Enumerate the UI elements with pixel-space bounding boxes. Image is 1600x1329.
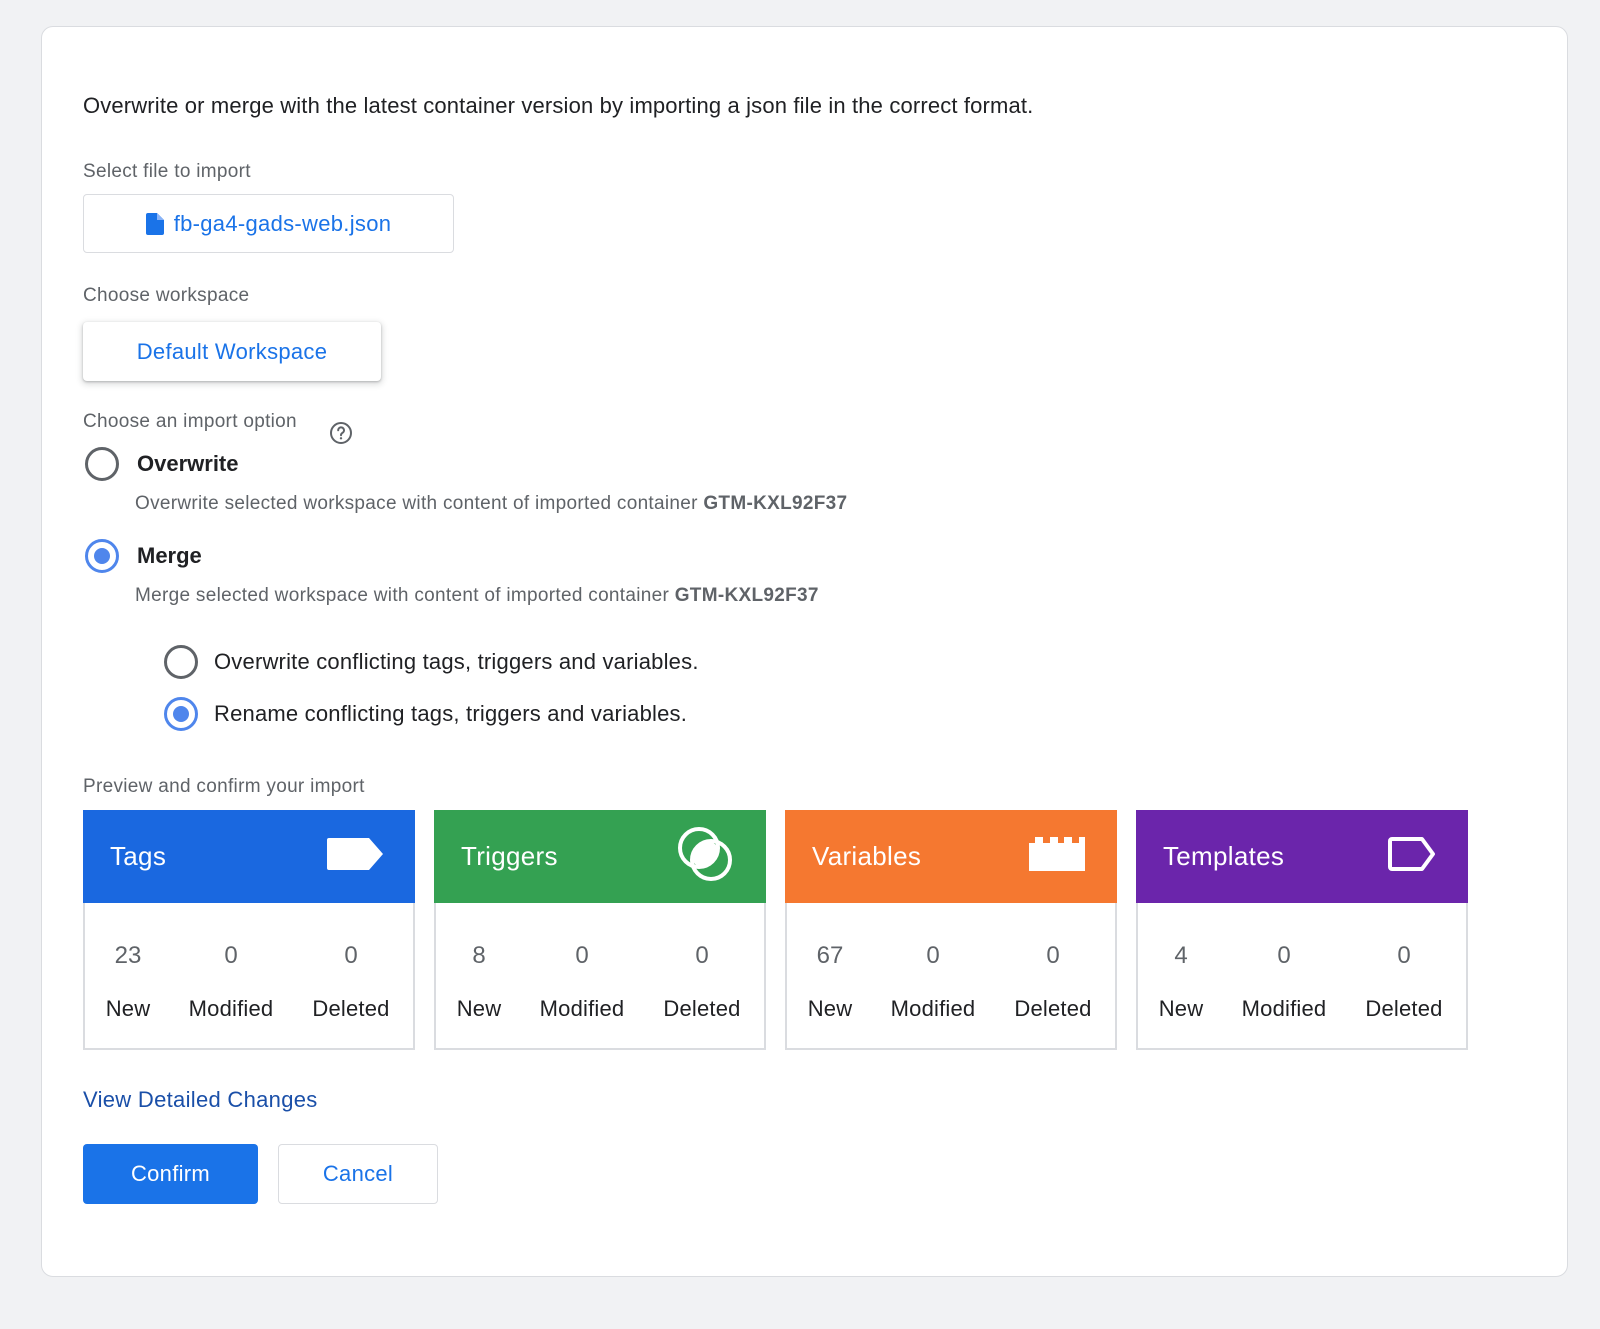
overwrite-option[interactable]: Overwrite — [85, 447, 239, 481]
variables-deleted-label: Deleted — [1003, 996, 1103, 1022]
variables-new-stat: 67 New — [807, 812, 853, 1022]
overwrite-description: Overwrite selected workspace with conten… — [135, 493, 847, 515]
help-icon[interactable] — [329, 421, 353, 445]
merge-overwrite-conflicts-radio[interactable] — [164, 645, 198, 679]
import-container-dialog: Overwrite or merge with the latest conta… — [41, 26, 1568, 1277]
preview-label: Preview and confirm your import — [83, 776, 365, 798]
select-file-button[interactable]: fb-ga4-gads-web.json — [83, 194, 454, 253]
tags-modified-label: Modified — [181, 996, 281, 1022]
overwrite-description-text: Overwrite selected workspace with conten… — [135, 493, 703, 514]
merge-overwrite-conflicts-option[interactable]: Overwrite conflicting tags, triggers and… — [164, 645, 699, 679]
templates-new-stat: 4 New — [1158, 812, 1204, 1022]
triggers-deleted-stat: 0 Deleted — [652, 812, 752, 1022]
triggers-new-count: 8 — [456, 942, 502, 970]
variables-deleted-stat: 0 Deleted — [1003, 812, 1103, 1022]
triggers-deleted-count: 0 — [652, 942, 752, 970]
templates-modified-stat: 0 Modified — [1234, 812, 1334, 1022]
templates-modified-count: 0 — [1234, 942, 1334, 970]
triggers-summary-card: Triggers 8 New 0 Modified — [434, 810, 766, 1050]
overwrite-container-id: GTM-KXL92F37 — [703, 493, 847, 514]
overwrite-radio[interactable] — [85, 447, 119, 481]
merge-overwrite-conflicts-label: Overwrite conflicting tags, triggers and… — [214, 649, 699, 675]
tags-deleted-stat: 0 Deleted — [301, 812, 401, 1022]
triggers-new-stat: 8 New — [456, 812, 502, 1022]
merge-option[interactable]: Merge — [85, 539, 202, 573]
variables-modified-count: 0 — [883, 942, 983, 970]
templates-deleted-stat: 0 Deleted — [1354, 812, 1454, 1022]
merge-container-id: GTM-KXL92F37 — [675, 585, 819, 606]
merge-rename-conflicts-label: Rename conflicting tags, triggers and va… — [214, 701, 687, 727]
templates-deleted-label: Deleted — [1354, 996, 1454, 1022]
file-name: fb-ga4-gads-web.json — [174, 211, 392, 237]
triggers-modified-label: Modified — [532, 996, 632, 1022]
overwrite-label: Overwrite — [137, 451, 239, 477]
variables-deleted-count: 0 — [1003, 942, 1103, 970]
file-icon — [146, 213, 164, 235]
tags-deleted-count: 0 — [301, 942, 401, 970]
merge-radio[interactable] — [85, 539, 119, 573]
templates-deleted-count: 0 — [1354, 942, 1454, 970]
workspace-section-label: Choose workspace — [83, 285, 249, 307]
merge-description-text: Merge selected workspace with content of… — [135, 585, 675, 606]
templates-modified-label: Modified — [1234, 996, 1334, 1022]
file-section-label: Select file to import — [83, 161, 251, 183]
choose-workspace-button[interactable]: Default Workspace — [83, 322, 381, 381]
templates-new-label: New — [1158, 996, 1204, 1022]
tags-summary-card: Tags 23 New 0 Modified 0 Deleted — [83, 810, 415, 1050]
cancel-button[interactable]: Cancel — [278, 1144, 438, 1204]
tags-deleted-label: Deleted — [301, 996, 401, 1022]
intro-text: Overwrite or merge with the latest conta… — [83, 93, 1033, 119]
view-detailed-changes-link[interactable]: View Detailed Changes — [83, 1087, 318, 1113]
variables-new-label: New — [807, 996, 853, 1022]
triggers-modified-stat: 0 Modified — [532, 812, 632, 1022]
tags-new-label: New — [105, 996, 151, 1022]
merge-rename-conflicts-option[interactable]: Rename conflicting tags, triggers and va… — [164, 697, 687, 731]
tags-new-count: 23 — [105, 942, 151, 970]
confirm-button[interactable]: Confirm — [83, 1144, 258, 1204]
templates-new-count: 4 — [1158, 942, 1204, 970]
variables-summary-card: Variables 67 New 0 Modified 0 Deleted — [785, 810, 1117, 1050]
merge-description: Merge selected workspace with content of… — [135, 585, 819, 607]
merge-label: Merge — [137, 543, 202, 569]
tags-modified-stat: 0 Modified — [181, 812, 281, 1022]
dialog-content: Overwrite or merge with the latest conta… — [83, 27, 1567, 1276]
import-option-label: Choose an import option — [83, 411, 297, 433]
merge-rename-conflicts-radio[interactable] — [164, 697, 198, 731]
triggers-modified-count: 0 — [532, 942, 632, 970]
variables-new-count: 67 — [807, 942, 853, 970]
triggers-deleted-label: Deleted — [652, 996, 752, 1022]
templates-summary-card: Templates 4 New 0 Modified 0 Deleted — [1136, 810, 1468, 1050]
tags-new-stat: 23 New — [105, 812, 151, 1022]
variables-modified-stat: 0 Modified — [883, 812, 983, 1022]
tags-modified-count: 0 — [181, 942, 281, 970]
variables-modified-label: Modified — [883, 996, 983, 1022]
triggers-new-label: New — [456, 996, 502, 1022]
